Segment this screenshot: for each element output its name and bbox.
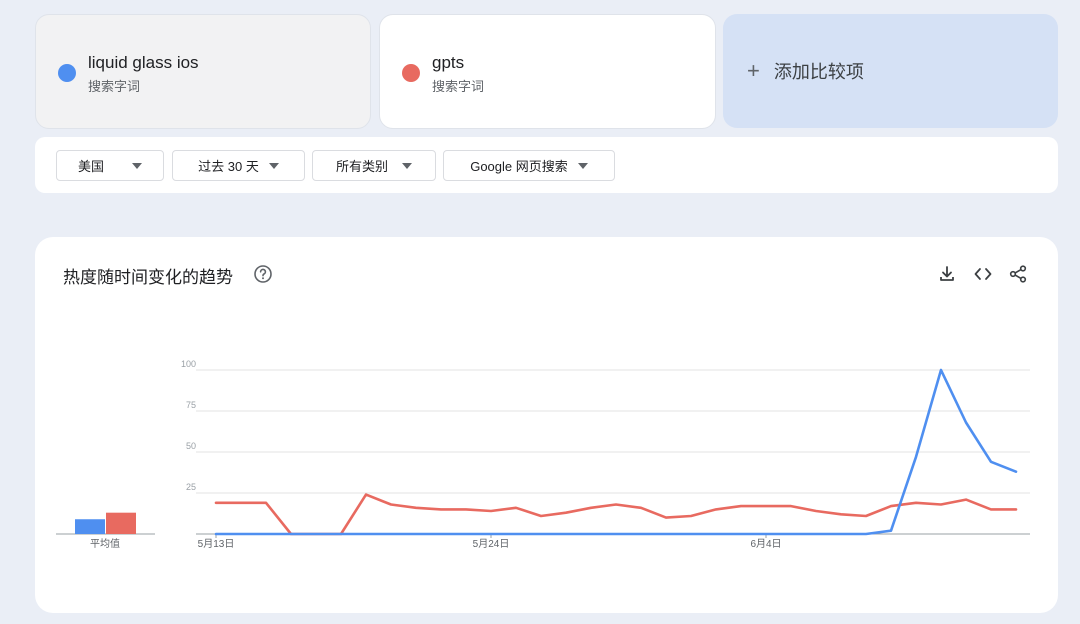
avg-bar: [75, 519, 105, 534]
y-tick-label: 100: [181, 359, 196, 369]
category-label: 所有类别: [335, 159, 388, 174]
region-label: 美国: [77, 159, 104, 174]
region-dropdown[interactable]: 美国: [56, 150, 164, 181]
dropdown-arrow-icon: [132, 162, 142, 169]
x-tick-label: 6月4日: [750, 538, 781, 550]
add-compare-label: 添加比较项: [773, 62, 864, 82]
y-tick-label: 75: [186, 400, 196, 410]
category-dropdown[interactable]: 所有类别: [312, 150, 436, 181]
trend-chart-card: 热度随时间变化的趋势 25 50 75 100 5月13日 5月24日 6月4日 平均值: [35, 237, 1058, 613]
dropdown-arrow-icon: [577, 162, 588, 169]
plus-icon: +: [747, 58, 760, 83]
dropdown-arrow-icon: [268, 162, 279, 169]
search-type-dropdown[interactable]: Google 网页搜索: [443, 150, 615, 181]
term-color-dot: [402, 64, 420, 82]
filter-bar: 美国 过去 30 天 所有类别 Google 网页搜索: [35, 137, 1058, 193]
term-name: gpts: [432, 53, 465, 72]
y-tick-label: 50: [186, 441, 196, 451]
x-tick-label: 5月24日: [473, 538, 510, 550]
dropdown-arrow-icon: [402, 162, 412, 169]
search-type-label: Google 网页搜索: [470, 159, 568, 174]
trend-chart: 25 50 75 100 5月13日 5月24日 6月4日 平均值: [56, 359, 1030, 550]
period-label: 过去 30 天: [198, 159, 259, 174]
avg-bar: [106, 512, 136, 534]
term-type: 搜索字词: [432, 79, 485, 94]
period-dropdown[interactable]: 过去 30 天: [172, 150, 305, 181]
add-compare-button[interactable]: + 添加比较项: [723, 14, 1058, 128]
term-card-1[interactable]: liquid glass ios 搜索字词: [35, 14, 371, 129]
term-name: liquid glass ios: [88, 53, 199, 72]
avg-label: 平均值: [90, 537, 120, 550]
term-color-dot: [58, 64, 76, 82]
y-tick-label: 25: [186, 482, 196, 492]
x-tick-label: 5月13日: [198, 538, 235, 550]
term-card-2[interactable]: gpts 搜索字词: [379, 14, 716, 129]
term-type: 搜索字词: [88, 79, 141, 94]
